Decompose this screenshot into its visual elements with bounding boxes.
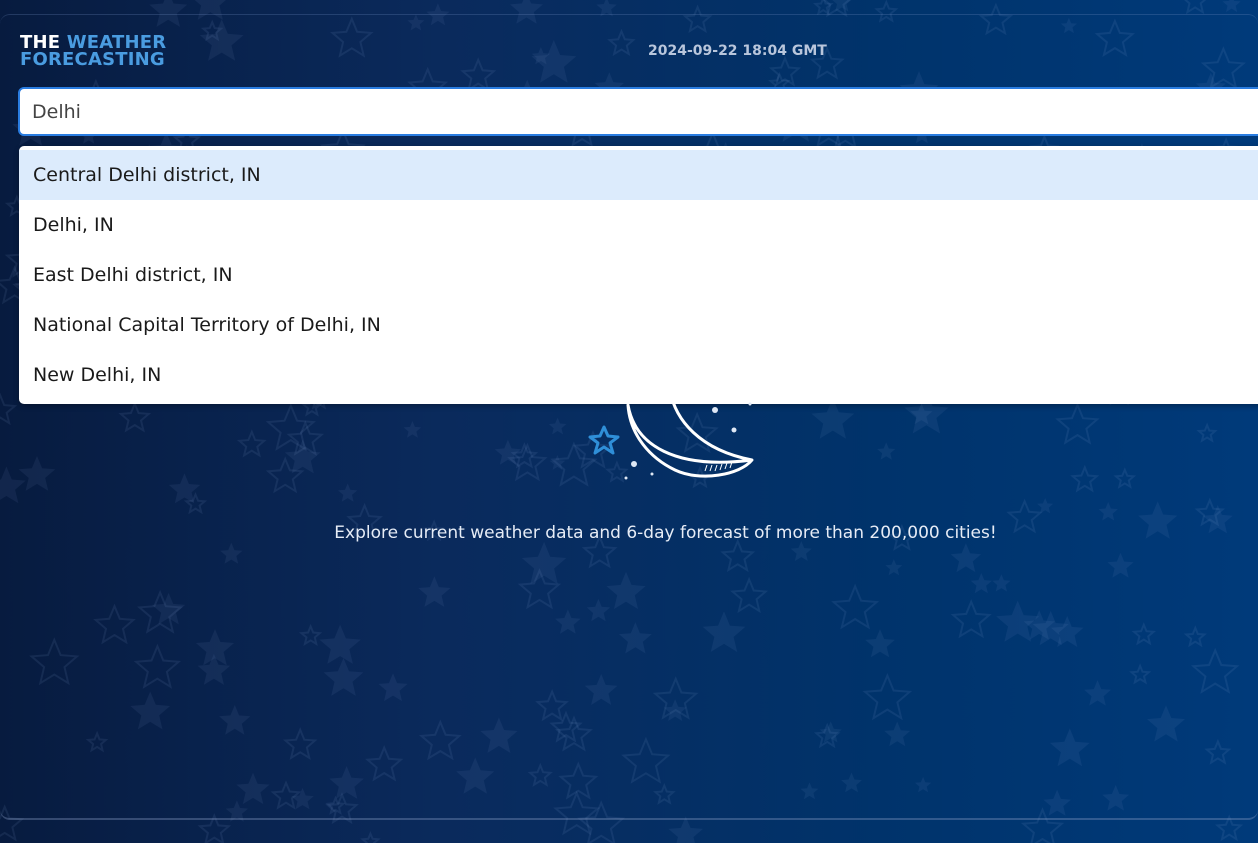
app-logo[interactable]: THE WEATHER FORECASTING [20,34,166,69]
current-datetime: 2024-09-22 18:04 GMT [648,43,827,59]
suggestion-item[interactable]: Delhi, IN [19,200,1258,250]
suggestion-item[interactable]: Central Delhi district, IN [19,150,1258,200]
moon-and-stars-icon [588,389,754,480]
city-suggestions-dropdown: Central Delhi district, IN Delhi, IN Eas… [19,146,1258,404]
app-tagline: Explore current weather data and 6-day f… [334,523,997,543]
city-search-input[interactable] [18,87,1258,136]
suggestion-item[interactable]: National Capital Territory of Delhi, IN [19,300,1258,350]
suggestion-item[interactable]: East Delhi district, IN [19,250,1258,300]
